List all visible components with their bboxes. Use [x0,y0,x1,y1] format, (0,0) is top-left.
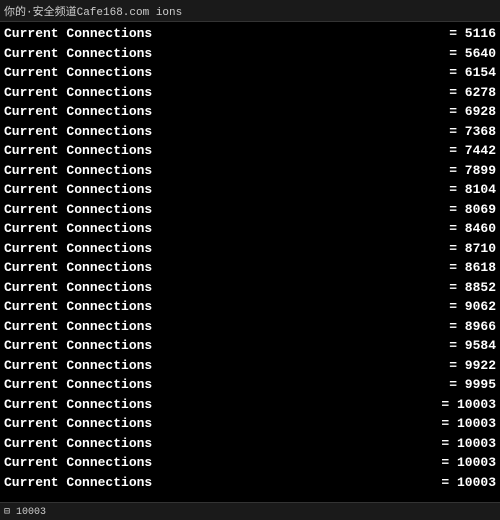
log-value: = 8710 [449,239,496,259]
log-row: Current Connections = 6928 [4,102,496,122]
log-label: Current Connections [4,395,152,415]
log-label: Current Connections [4,278,152,298]
log-row: Current Connections = 10003 [4,414,496,434]
log-value: = 7368 [449,122,496,142]
log-label: Current Connections [4,297,152,317]
log-value: = 10003 [441,395,496,415]
log-value: = 6154 [449,63,496,83]
log-row: Current Connections = 10003 [4,434,496,454]
log-value: = 7442 [449,141,496,161]
log-row: Current Connections = 9995 [4,375,496,395]
content-area: Current Connections= 5116Current Connect… [0,22,500,494]
log-row: Current Connections = 6154 [4,63,496,83]
log-value: = 9062 [449,297,496,317]
header-bar: 你的·安全频道Cafe168.com ions [0,0,500,22]
log-value: = 8966 [449,317,496,337]
log-row: Current Connections = 6278 [4,83,496,103]
log-value: = 6278 [449,83,496,103]
log-row: Current Connections = 10003 [4,395,496,415]
log-label: Current Connections [4,200,152,220]
log-label: Current Connections [4,375,152,395]
log-row: Current Connections = 8069 [4,200,496,220]
log-row: Current Connections = 9062 [4,297,496,317]
log-row: Current Connections = 10003 [4,453,496,473]
log-value: = 5116 [449,24,496,44]
log-value: = 10003 [441,434,496,454]
log-value: = 9995 [449,375,496,395]
log-row: Current Connections = 10003 [4,473,496,493]
log-value: = 9922 [449,356,496,376]
log-row: Current Connections = 7899 [4,161,496,181]
log-label: Current Connections [4,83,152,103]
log-label: Current Connections [4,122,152,142]
log-row: Current Connections = 8710 [4,239,496,259]
log-row: Current Connections = 8460 [4,219,496,239]
log-row: Current Connections = 5640 [4,44,496,64]
log-row: Current Connections = 8618 [4,258,496,278]
log-value: = 8460 [449,219,496,239]
log-value: = 8852 [449,278,496,298]
log-value: = 10003 [441,473,496,493]
log-row: Current Connections = 9922 [4,356,496,376]
log-row: Current Connections = 8966 [4,317,496,337]
terminal-window: 你的·安全频道Cafe168.com ions Current Connecti… [0,0,500,520]
log-label: Current Connections [4,317,152,337]
log-value: = 7899 [449,161,496,181]
log-label: Current Connections [4,219,152,239]
log-value: = 5640 [449,44,496,64]
log-label: Current Connections [4,239,152,259]
log-label: Current Connections [4,336,152,356]
log-row: Current Connections = 5116 [4,24,496,44]
log-value: = 9584 [449,336,496,356]
header-text: 你的·安全频道Cafe168.com ions [4,3,182,19]
bottom-text: ⊟ 10003 [4,506,46,518]
log-row: Current Connections = 9584 [4,336,496,356]
log-label: Current Connections [4,258,152,278]
log-value: = 10003 [441,453,496,473]
log-label: Current Connections [4,24,152,44]
log-label: Current Connections [4,161,152,181]
log-value: = 6928 [449,102,496,122]
log-row: Current Connections = 7442 [4,141,496,161]
log-label: Current Connections [4,414,152,434]
log-label: Current Connections [4,453,152,473]
log-label: Current Connections [4,63,152,83]
log-label: Current Connections [4,356,152,376]
log-value: = 10003 [441,414,496,434]
log-label: Current Connections [4,434,152,454]
log-label: Current Connections [4,473,152,493]
log-row: Current Connections = 8104 [4,180,496,200]
log-row: Current Connections = 7368 [4,122,496,142]
log-label: Current Connections [4,180,152,200]
log-value: = 8104 [449,180,496,200]
log-label: Current Connections [4,141,152,161]
bottom-bar: ⊟ 10003 [0,502,500,520]
log-value: = 8069 [449,200,496,220]
log-label: Current Connections [4,102,152,122]
log-label: Current Connections [4,44,152,64]
log-value: = 8618 [449,258,496,278]
log-row: Current Connections = 8852 [4,278,496,298]
